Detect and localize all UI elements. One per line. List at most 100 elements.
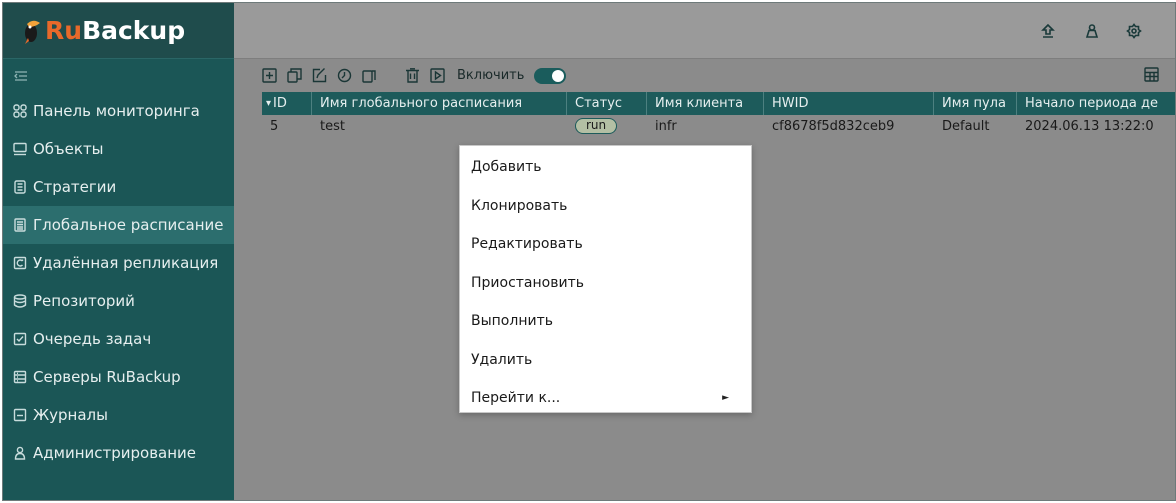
sidebar-item-label: Глобальное расписание bbox=[33, 216, 224, 234]
toolbar: Включить bbox=[234, 59, 1175, 92]
document-icon bbox=[12, 179, 28, 195]
sidebar-item-remote-replication[interactable]: Удалённая репликация bbox=[3, 244, 234, 282]
edit-button[interactable] bbox=[312, 67, 328, 84]
sidebar-item-administration[interactable]: Администрирование bbox=[3, 434, 234, 472]
upload-icon[interactable] bbox=[1040, 23, 1056, 39]
menu-item-label: Перейти к... bbox=[471, 390, 561, 407]
menu-item-label: Добавить bbox=[471, 159, 542, 176]
copy-icon bbox=[362, 69, 376, 83]
status-badge: run bbox=[575, 118, 618, 134]
logo: Ru Backup bbox=[3, 3, 234, 59]
sidebar-item-label: Администрирование bbox=[33, 444, 197, 462]
menu-item-label: Клонировать bbox=[471, 197, 568, 214]
run-button[interactable] bbox=[430, 67, 446, 84]
column-header-label: Начало периода де bbox=[1025, 96, 1159, 111]
edit-icon bbox=[312, 67, 327, 82]
column-header-hwid[interactable]: HWID bbox=[764, 92, 934, 115]
schedule-table: ▾ ID Имя глобального расписания Статус Им… bbox=[262, 92, 1175, 137]
table-row[interactable]: 5 test run infr cf8678f5d832ceb9 Default… bbox=[262, 115, 1175, 137]
toucan-logo-icon bbox=[25, 20, 40, 44]
replication-icon bbox=[12, 255, 28, 271]
menu-item-label: Приостановить bbox=[471, 274, 584, 291]
sidebar-item-label: Серверы RuBackup bbox=[33, 368, 181, 386]
user-icon[interactable] bbox=[1084, 23, 1100, 39]
log-icon bbox=[12, 407, 28, 423]
enable-toggle-label: Включить bbox=[457, 68, 525, 83]
column-header-label: ID bbox=[273, 96, 287, 111]
column-header-client-name[interactable]: Имя клиента bbox=[647, 92, 764, 115]
sidebar-item-objects[interactable]: Объекты bbox=[3, 130, 234, 168]
cell-client-name: infr bbox=[655, 118, 677, 134]
menu-item-delete[interactable]: Удалить bbox=[460, 341, 751, 380]
menu-item-clone[interactable]: Клонировать bbox=[460, 187, 751, 226]
sidebar-item-logs[interactable]: Журналы bbox=[3, 396, 234, 434]
sidebar-item-strategies[interactable]: Стратегии bbox=[3, 168, 234, 206]
column-header-period-start[interactable]: Начало периода де bbox=[1017, 92, 1175, 115]
sidebar-item-label: Очередь задач bbox=[33, 330, 152, 348]
cell-status: run bbox=[567, 115, 647, 137]
cell-schedule-name: test bbox=[320, 118, 345, 134]
sidebar-item-label: Стратегии bbox=[33, 178, 117, 196]
menu-item-label: Удалить bbox=[471, 351, 533, 368]
menu-item-label: Редактировать bbox=[471, 236, 583, 253]
collapse-icon bbox=[14, 70, 27, 81]
settings-gear-icon[interactable] bbox=[1126, 23, 1142, 39]
admin-icon bbox=[12, 445, 28, 461]
toggle-knob bbox=[552, 69, 565, 82]
add-icon bbox=[262, 67, 277, 83]
queue-icon bbox=[12, 331, 28, 347]
server-icon bbox=[12, 369, 28, 385]
menu-item-add[interactable]: Добавить bbox=[460, 148, 751, 187]
column-header-label: Имя клиента bbox=[655, 96, 744, 111]
grid-icon bbox=[12, 103, 28, 119]
column-header-status[interactable]: Статус bbox=[567, 92, 647, 115]
delete-button[interactable] bbox=[405, 67, 421, 84]
add-button[interactable] bbox=[262, 67, 278, 84]
sidebar-item-label: Журналы bbox=[33, 406, 108, 424]
clone-button[interactable] bbox=[287, 67, 303, 84]
column-header-schedule-name[interactable]: Имя глобального расписания bbox=[312, 92, 567, 115]
database-icon bbox=[12, 293, 28, 309]
menu-item-edit[interactable]: Редактировать bbox=[460, 225, 751, 264]
menu-item-pause[interactable]: Приостановить bbox=[460, 264, 751, 303]
sidebar-item-label: Удалённая репликация bbox=[33, 254, 219, 272]
menu-item-go-to[interactable]: Перейти к... ► bbox=[460, 379, 751, 418]
menu-item-label: Выполнить bbox=[471, 313, 553, 330]
copy-button[interactable] bbox=[362, 68, 378, 84]
sort-indicator: ▾ bbox=[266, 98, 272, 109]
context-menu: Добавить Клонировать Редактировать Приос… bbox=[459, 145, 752, 413]
collapse-sidebar-button[interactable] bbox=[3, 59, 234, 92]
sidebar-item-global-schedule[interactable]: Глобальное расписание bbox=[3, 206, 234, 244]
column-header-label: Статус bbox=[575, 96, 623, 111]
column-header-pool-name[interactable]: Имя пула bbox=[934, 92, 1017, 115]
sidebar-item-label: Репозиторий bbox=[33, 292, 135, 310]
column-header-label: Имя пула bbox=[942, 96, 1006, 111]
sidebar-item-label: Панель мониторинга bbox=[33, 102, 200, 120]
clone-icon bbox=[287, 67, 302, 83]
cell-id: 5 bbox=[270, 118, 279, 134]
schedule-icon bbox=[12, 217, 28, 233]
play-icon bbox=[430, 67, 445, 83]
column-header-id[interactable]: ▾ ID bbox=[262, 92, 312, 115]
trash-icon bbox=[406, 67, 419, 83]
monitor-icon bbox=[12, 141, 28, 157]
sidebar-item-task-queue[interactable]: Очередь задач bbox=[3, 320, 234, 358]
sidebar-item-monitoring[interactable]: Панель мониторинга bbox=[3, 92, 234, 130]
cell-period-start: 2024.06.13 13:22:0 bbox=[1025, 118, 1154, 134]
sidebar: Ru Backup Панель мониторинга Объекты Стра… bbox=[3, 3, 234, 500]
enable-toggle[interactable] bbox=[534, 67, 567, 84]
sidebar-item-rubackup-servers[interactable]: Серверы RuBackup bbox=[3, 358, 234, 396]
menu-item-run[interactable]: Выполнить bbox=[460, 302, 751, 341]
submenu-arrow-icon: ► bbox=[722, 393, 729, 404]
sidebar-item-repository[interactable]: Репозиторий bbox=[3, 282, 234, 320]
top-bar bbox=[234, 3, 1175, 59]
clock-icon bbox=[337, 68, 352, 82]
column-header-label: Имя глобального расписания bbox=[320, 96, 523, 111]
cell-pool-name: Default bbox=[942, 118, 990, 134]
sidebar-item-label: Объекты bbox=[33, 140, 104, 158]
logo-ru-text: Ru bbox=[45, 16, 83, 45]
column-header-label: HWID bbox=[772, 96, 809, 111]
pause-button[interactable] bbox=[337, 68, 353, 84]
cell-hwid: cf8678f5d832ceb9 bbox=[772, 118, 895, 134]
column-settings-button[interactable] bbox=[1144, 67, 1160, 83]
